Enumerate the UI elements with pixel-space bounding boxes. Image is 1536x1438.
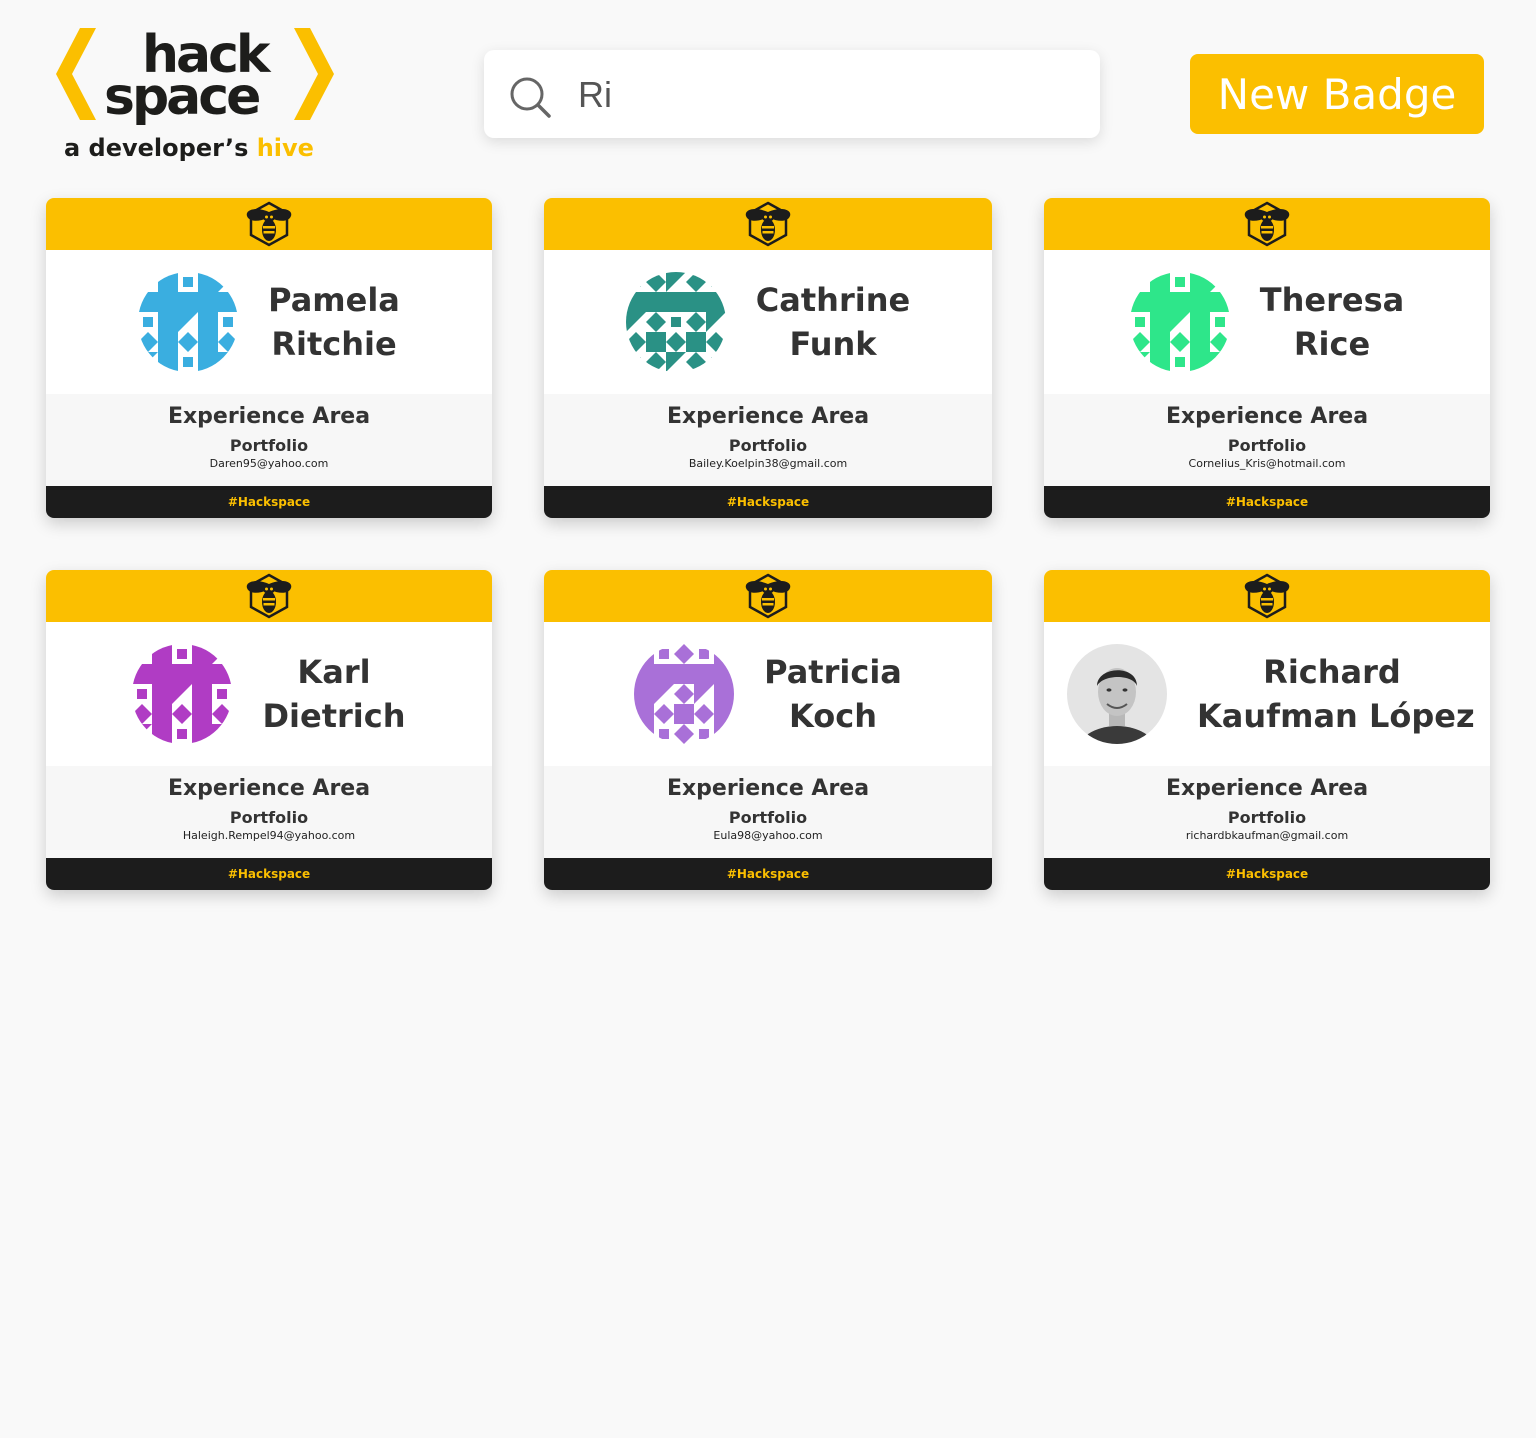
email: Haleigh.Rempel94@yahoo.com [182, 829, 356, 842]
first-name: Cathrine [755, 281, 911, 319]
avatar-identicon [1129, 272, 1230, 372]
email: Bailey.Koelpin38@gmail.com [688, 457, 848, 470]
badge-footer: #Hackspace [46, 858, 492, 890]
last-name: Koch [789, 697, 877, 735]
last-name: Ritchie [271, 325, 397, 363]
badge-footer: #Hackspace [1044, 486, 1490, 518]
logo-tagline: a developer’s hive [64, 134, 314, 162]
search-input[interactable] [578, 70, 1078, 120]
badge-card[interactable]: Cathrine Funk Experience Area Portfolio … [544, 198, 992, 518]
badge-info: Experience Area Portfolio richardbkaufma… [1044, 766, 1490, 858]
avatar-identicon [625, 272, 726, 372]
badge-info: Experience Area Portfolio Cornelius_Kris… [1044, 394, 1490, 486]
avatar-identicon [132, 644, 233, 744]
badge-name: Theresa Rice [1260, 278, 1404, 366]
email: richardbkaufman@gmail.com [1185, 829, 1349, 842]
badge-info: Experience Area Portfolio Daren95@yahoo.… [46, 394, 492, 486]
badge-card[interactable]: Patricia Koch Experience Area Portfolio … [544, 570, 992, 890]
bee-icon [745, 573, 791, 619]
badge-footer: #Hackspace [544, 858, 992, 890]
hashtag: #Hackspace [726, 867, 810, 881]
avatar-identicon [138, 272, 239, 372]
badge-name: Pamela Ritchie [268, 278, 400, 366]
last-name: Kaufman López [1197, 697, 1475, 735]
badge-footer: #Hackspace [544, 486, 992, 518]
badge-header [46, 198, 492, 250]
email: Daren95@yahoo.com [209, 457, 329, 470]
portfolio-link[interactable]: Portfolio [1044, 808, 1490, 828]
badge-identity: Richard Kaufman López [1044, 622, 1490, 766]
badge-name: Karl Dietrich [262, 650, 405, 738]
portfolio-link[interactable]: Portfolio [544, 808, 992, 828]
badge-header [46, 570, 492, 622]
badge-card[interactable]: Pamela Ritchie Experience Area Portfolio… [46, 198, 492, 518]
experience-area: Experience Area [666, 776, 870, 801]
experience-area: Experience Area [167, 776, 371, 801]
logo-line2: space [104, 67, 259, 127]
hashtag: #Hackspace [227, 495, 311, 509]
badge-name: Cathrine Funk [756, 278, 910, 366]
bee-icon [246, 201, 292, 247]
hackspace-logo[interactable]: hack space a developer’s hive [56, 26, 336, 162]
badge-name: Richard Kaufman López [1197, 650, 1475, 738]
experience-area: Experience Area [1165, 404, 1369, 429]
last-name: Rice [1293, 325, 1371, 363]
badge-footer: #Hackspace [1044, 858, 1490, 890]
avatar-identicon [634, 644, 735, 744]
portfolio-link[interactable]: Portfolio [1044, 436, 1490, 456]
last-name: Funk [789, 325, 877, 363]
first-name: Pamela [268, 281, 400, 319]
portfolio-link[interactable]: Portfolio [46, 808, 492, 828]
hashtag: #Hackspace [1225, 867, 1309, 881]
bee-icon [1244, 201, 1290, 247]
new-badge-button[interactable]: New Badge [1190, 54, 1484, 134]
bee-icon [745, 201, 791, 247]
badge-identity: Patricia Koch [544, 622, 992, 766]
hashtag: #Hackspace [1225, 495, 1309, 509]
badge-info: Experience Area Portfolio Eula98@yahoo.c… [544, 766, 992, 858]
badge-card[interactable]: Karl Dietrich Experience Area Portfolio … [46, 570, 492, 890]
first-name: Theresa [1259, 281, 1405, 319]
email: Cornelius_Kris@hotmail.com [1188, 457, 1346, 470]
experience-area: Experience Area [1165, 776, 1369, 801]
hashtag: #Hackspace [726, 495, 810, 509]
bee-icon [1244, 573, 1290, 619]
badge-header [544, 198, 992, 250]
first-name: Richard [1263, 653, 1401, 691]
badge-identity: Karl Dietrich [46, 622, 492, 766]
hashtag: #Hackspace [227, 867, 311, 881]
badge-info: Experience Area Portfolio Haleigh.Rempel… [46, 766, 492, 858]
email: Eula98@yahoo.com [713, 829, 823, 842]
badge-header [1044, 570, 1490, 622]
badge-info: Experience Area Portfolio Bailey.Koelpin… [544, 394, 992, 486]
experience-area: Experience Area [167, 404, 371, 429]
badge-card[interactable]: Theresa Rice Experience Area Portfolio C… [1044, 198, 1490, 518]
last-name: Dietrich [262, 697, 406, 735]
bee-icon [246, 573, 292, 619]
badge-card[interactable]: Richard Kaufman López Experience Area Po… [1044, 570, 1490, 890]
avatar-photo [1067, 644, 1167, 744]
badge-header [544, 570, 992, 622]
first-name: Patricia [764, 653, 902, 691]
badge-header [1044, 198, 1490, 250]
search-icon [510, 77, 551, 118]
badge-identity: Pamela Ritchie [46, 250, 492, 394]
badge-footer: #Hackspace [46, 486, 492, 518]
badge-identity: Theresa Rice [1044, 250, 1490, 394]
portfolio-link[interactable]: Portfolio [544, 436, 992, 456]
portfolio-link[interactable]: Portfolio [46, 436, 492, 456]
badge-identity: Cathrine Funk [544, 250, 992, 394]
experience-area: Experience Area [666, 404, 870, 429]
first-name: Karl [297, 653, 371, 691]
badge-name: Patricia Koch [764, 650, 902, 738]
